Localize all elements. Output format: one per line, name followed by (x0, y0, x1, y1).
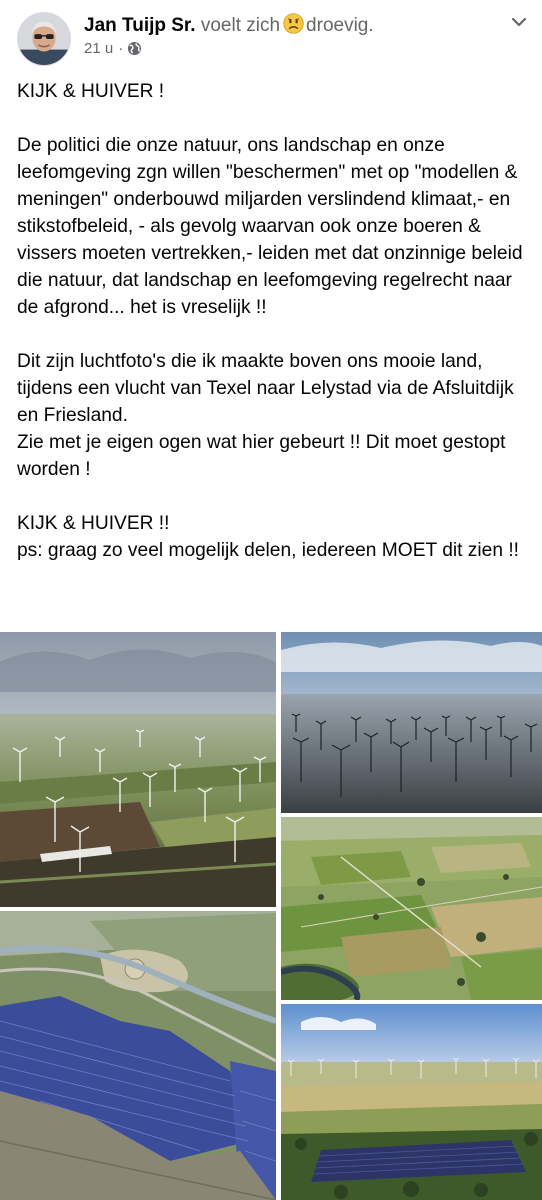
photo-green-farmland-river[interactable] (281, 817, 542, 1000)
avatar[interactable] (17, 12, 71, 66)
feeling-word: droevig. (306, 15, 374, 36)
post-text-paragraph: Zie met je eigen ogen wat hier gebeurt !… (17, 432, 506, 480)
avatar-photo (18, 13, 70, 65)
header-line: Jan Tuijp Sr. voelt zich droevig. (84, 13, 374, 38)
photo-grid (0, 632, 542, 1200)
post-text-line: KIJK & HUIVER ! (17, 81, 165, 102)
author-name[interactable]: Jan Tuijp Sr. (84, 15, 196, 36)
sad-face-icon (283, 13, 304, 34)
post-text-line: KIJK & HUIVER !! (17, 513, 170, 534)
photo-solar-park[interactable] (0, 911, 276, 1200)
photo-wind-turbines-farmland[interactable] (0, 632, 276, 907)
globe-icon[interactable] (127, 41, 142, 56)
post-text-paragraph: De politici die onze natuur, ons landsch… (17, 135, 523, 318)
post-header: Jan Tuijp Sr. voelt zich droevig. 21 u · (0, 0, 542, 72)
post-timestamp[interactable]: 21 u (84, 40, 113, 57)
photo-solar-park-wind-farm[interactable] (281, 1004, 542, 1200)
post-text-line: ps: graag zo veel mogelijk delen, iedere… (17, 540, 519, 561)
photo-offshore-wind-farm[interactable] (281, 632, 542, 813)
meta-separator: · (118, 40, 124, 57)
post-meta: 21 u · (84, 40, 142, 57)
post-text-paragraph: Dit zijn luchtfoto's die ik maakte boven… (17, 351, 514, 426)
feeling-verb: voelt zich (200, 15, 281, 36)
post-text: KIJK & HUIVER ! De politici die onze nat… (17, 78, 537, 564)
chevron-down-icon[interactable] (509, 12, 529, 32)
